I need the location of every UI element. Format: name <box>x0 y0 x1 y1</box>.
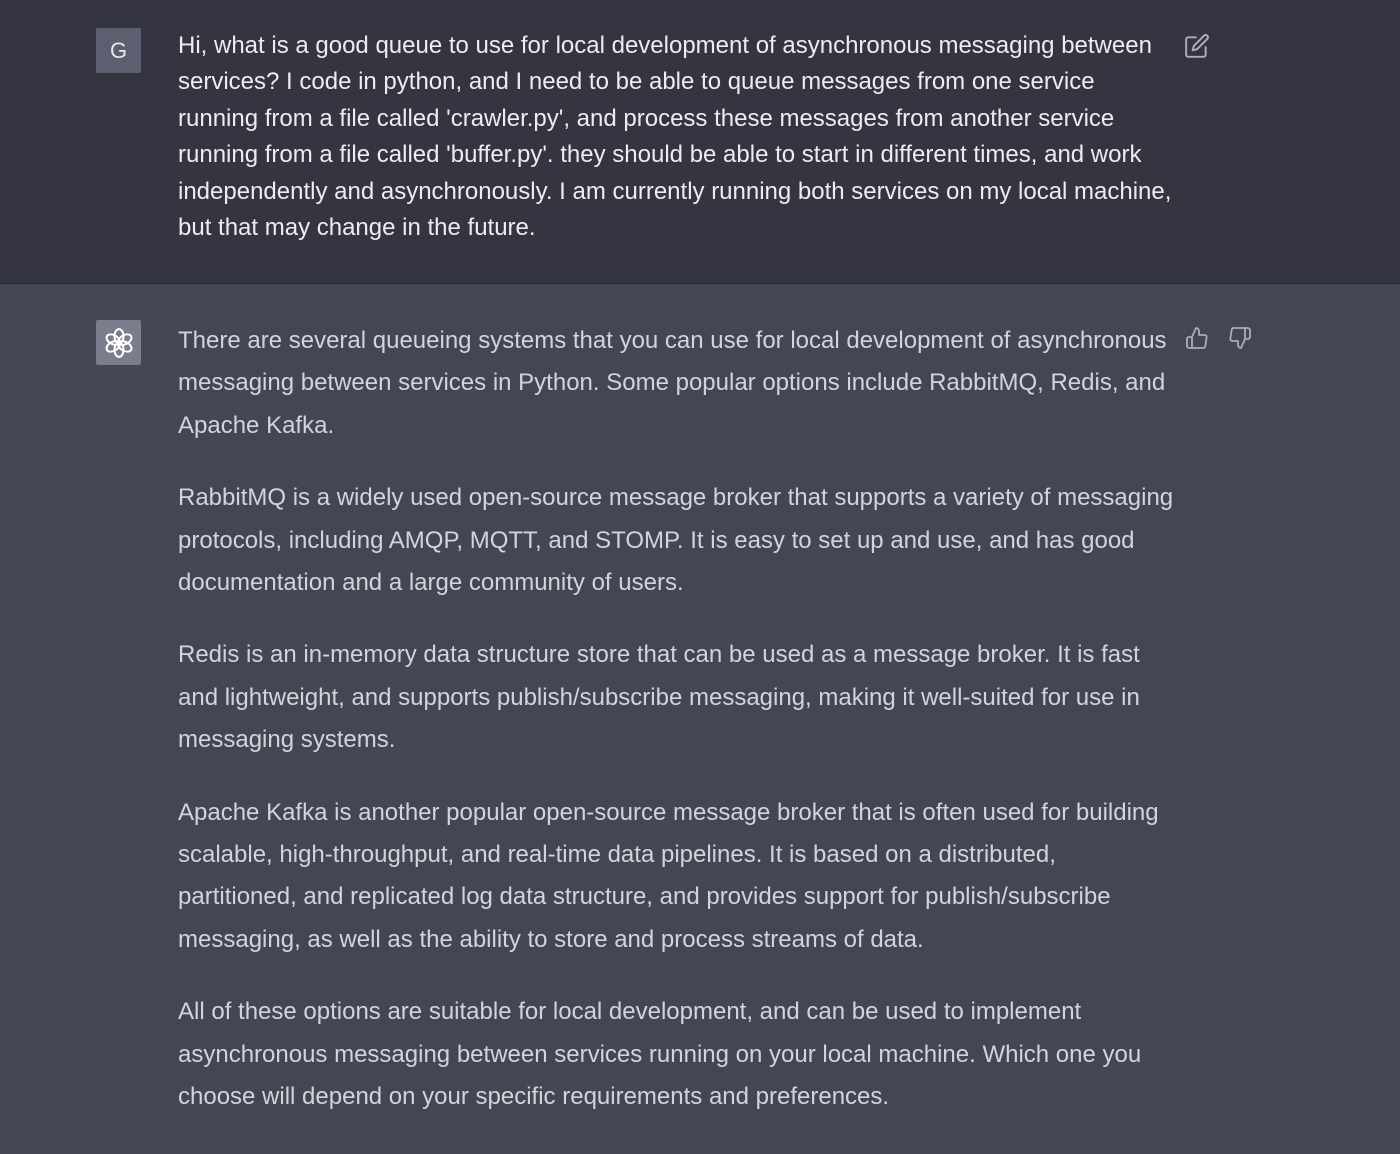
assistant-paragraph: All of these options are suitable for lo… <box>178 998 1142 1111</box>
assistant-paragraph: RabbitMQ is a widely used open-source me… <box>178 484 1174 597</box>
thumbs-up-icon[interactable] <box>1183 324 1211 352</box>
assistant-message: There are several queueing systems that … <box>0 284 1400 1154</box>
assistant-message-body: There are several queueing systems that … <box>178 320 1178 1149</box>
assistant-paragraph: Apache Kafka is another popular open-sou… <box>178 798 1159 953</box>
thumbs-down-icon[interactable] <box>1226 324 1254 352</box>
openai-logo-icon <box>105 327 132 358</box>
assistant-paragraph: Redis is an in-memory data structure sto… <box>178 641 1140 754</box>
assistant-paragraph: There are several queueing systems that … <box>178 327 1167 439</box>
user-avatar: G <box>96 28 141 73</box>
user-message: G Hi, what is a good queue to use for lo… <box>0 0 1400 284</box>
chat-thread: G Hi, what is a good queue to use for lo… <box>0 0 1400 1154</box>
assistant-avatar <box>96 320 141 365</box>
edit-icon[interactable] <box>1183 32 1211 60</box>
user-message-text: Hi, what is a good queue to use for loca… <box>178 32 1172 242</box>
